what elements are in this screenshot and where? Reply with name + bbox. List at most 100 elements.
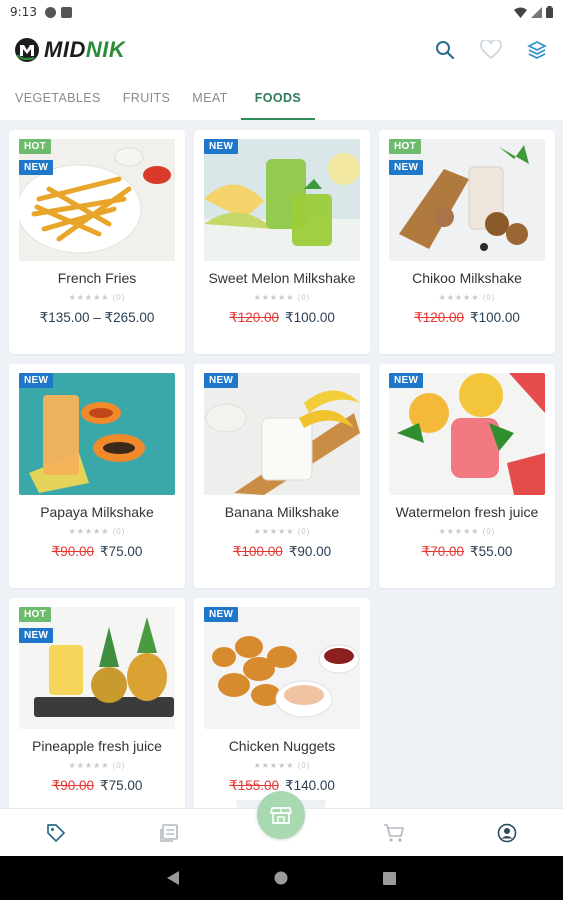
new-badge: NEW [19,628,54,643]
sd-card-icon [60,6,72,18]
signal-icon [531,6,542,18]
sale-price: ₹140.00 [285,778,335,793]
recents-square-icon [383,871,396,885]
product-name[interactable]: Banana Milkshake [194,504,370,520]
old-price: ₹155.00 [229,778,279,793]
product-name[interactable]: Sweet Melon Milkshake [194,270,370,286]
nav-account[interactable] [450,809,563,857]
product-image [389,139,545,261]
rating-stars: ★★★★★ (0) [253,761,311,770]
product-card[interactable]: NEW Sweet Melon Milkshake ★★★★★ (0) ₹120… [194,130,370,354]
product-image [19,139,175,261]
tab-vegetables[interactable]: VEGETABLES [4,76,112,120]
new-badge: NEW [389,373,424,388]
old-price: ₹120.00 [414,310,464,325]
store-fab-button[interactable] [257,791,305,839]
heart-icon [480,40,502,60]
account-icon [497,823,516,842]
rating-stars: ★★★★★ (0) [68,761,126,770]
notification-icon [44,6,56,18]
status-time: 9:13 [10,5,37,19]
tab-meat[interactable]: MEAT [181,76,238,120]
product-price: ₹120.00 ₹100.00 [194,310,370,326]
sale-price: ₹100.00 [470,310,520,325]
store-icon [270,807,292,824]
product-price: ₹70.00 ₹55.00 [379,544,555,560]
product-card[interactable]: NEW Papaya Milkshake ★★★★★ (0) ₹90.00 ₹75… [9,364,185,588]
status-bar: 9:13 [0,0,563,24]
old-price: ₹90.00 [51,778,94,793]
category-tabs: VEGETABLES FRUITS MEAT FOODS [0,76,563,120]
nav-deals[interactable] [0,809,113,857]
hot-badge: HOT [19,139,52,154]
product-name[interactable]: Pineapple fresh juice [9,738,185,754]
sale-price: ₹55.00 [470,544,513,559]
product-name[interactable]: Watermelon fresh juice [379,504,555,520]
system-home-button[interactable] [274,871,288,885]
rating-stars: ★★★★★ (0) [68,527,126,536]
sale-price: ₹75.00 [100,778,143,793]
tag-icon [47,823,66,842]
orders-icon [160,823,178,842]
wishlist-button[interactable] [479,38,503,62]
product-image [19,373,175,495]
nav-orders[interactable] [113,809,226,857]
new-badge: NEW [204,607,239,622]
product-card[interactable]: HOT NEW Chikoo Milkshake ★★★★★ (0) ₹120.… [379,130,555,354]
back-triangle-icon [167,871,179,885]
rating-stars: ★★★★★ (0) [438,527,496,536]
product-name[interactable]: Papaya Milkshake [9,504,185,520]
categories-button[interactable] [525,38,549,62]
new-badge: NEW [19,160,54,175]
brand-logo[interactable]: MIDNIK [14,37,125,63]
system-recents-button[interactable] [383,871,396,885]
new-badge: NEW [204,373,239,388]
product-list[interactable]: HOT NEW French Fries ★★★★★ (0) ₹135.00 –… [0,120,563,808]
old-price: ₹90.00 [51,544,94,559]
product-image [204,373,360,495]
system-nav-bar [0,856,563,900]
system-back-button[interactable] [167,871,179,885]
cart-icon [384,823,404,842]
old-price: ₹70.00 [421,544,464,559]
brand-wordmark-prefix: MID [44,37,86,62]
sale-price: ₹90.00 [288,544,332,559]
product-name[interactable]: French Fries [9,270,185,286]
battery-icon [546,6,553,18]
new-badge: NEW [19,373,54,388]
old-price: ₹100.00 [232,544,283,559]
hot-badge: HOT [389,139,422,154]
product-image [19,607,175,729]
product-price: ₹120.00 ₹100.00 [379,310,555,326]
logo-mark-icon [15,38,39,62]
product-price: ₹135.00 – ₹265.00 [9,310,185,326]
product-card[interactable]: NEW Chicken Nuggets ★★★★★ (0) ₹155.00 ₹14… [194,598,370,808]
product-card[interactable]: HOT NEW Pineapple fresh juice ★★★★★ (0) … [9,598,185,808]
product-card[interactable]: NEW Watermelon fresh juice ★★★★★ (0) ₹70… [379,364,555,588]
product-card[interactable]: NEW Banana Milkshake ★★★★★ (0) ₹100.00 ₹9… [194,364,370,588]
rating-stars: ★★★★★ (0) [253,293,311,302]
app-header: MIDNIK [0,24,563,76]
home-circle-icon [274,871,288,885]
price-range: ₹135.00 – ₹265.00 [39,310,155,325]
product-image [204,139,360,261]
tab-foods[interactable]: FOODS [240,76,316,120]
nav-cart[interactable] [338,809,451,857]
product-name[interactable]: Chicken Nuggets [194,738,370,754]
tab-fruits[interactable]: FRUITS [112,76,182,120]
product-price: ₹90.00 ₹75.00 [9,778,185,794]
search-icon [436,41,455,60]
layers-icon [527,41,547,59]
rating-stars: ★★★★★ (0) [253,527,311,536]
rating-stars: ★★★★★ (0) [438,293,496,302]
rating-stars: ★★★★★ (0) [68,293,126,302]
product-card[interactable]: HOT NEW French Fries ★★★★★ (0) ₹135.00 –… [9,130,185,354]
product-image [204,607,360,729]
product-name[interactable]: Chikoo Milkshake [379,270,555,286]
product-price: ₹90.00 ₹75.00 [9,544,185,560]
product-image [389,373,545,495]
sale-price: ₹75.00 [100,544,143,559]
search-button[interactable] [433,38,457,62]
product-price: ₹100.00 ₹90.00 [194,544,370,560]
new-badge: NEW [204,139,239,154]
